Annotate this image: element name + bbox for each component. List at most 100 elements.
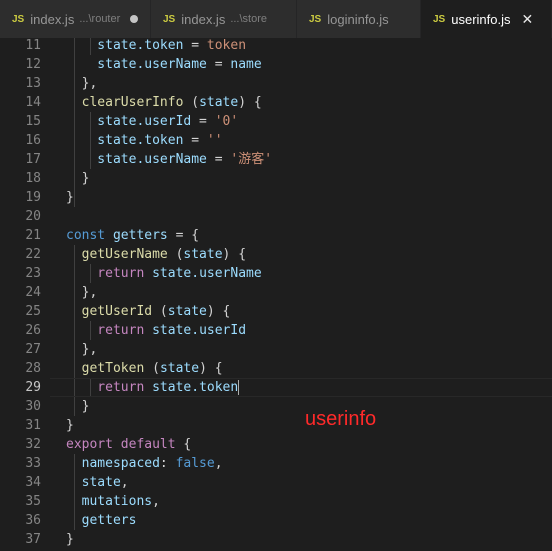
line-number: 22 (25, 247, 41, 262)
code-line[interactable] (66, 207, 552, 226)
code-line[interactable]: getters (66, 511, 552, 530)
code-line[interactable]: clearUserInfo (state) { (66, 93, 552, 112)
line-number: 11 (25, 38, 41, 53)
code-line[interactable]: mutations, (66, 492, 552, 511)
code-line[interactable]: getToken (state) { (66, 359, 552, 378)
code-token: getters (66, 513, 137, 528)
code-editor[interactable]: 11 12 13 14 15 16 17 18 19 20 21 22 23 24 25 26 27 28 29 30… (0, 38, 552, 551)
code-token: = (183, 38, 207, 53)
code-line[interactable]: getUserId (state) { (66, 302, 552, 321)
tab-userinfo[interactable]: JS userinfo.js ✕ (421, 0, 552, 38)
code-token: state (167, 304, 207, 319)
line-number: 37 (25, 532, 41, 547)
js-file-icon: JS (309, 13, 322, 25)
code-token: export (66, 437, 113, 452)
code-token: getUserName (66, 247, 168, 262)
tab-store-index[interactable]: JS index.js ...\store (151, 0, 297, 38)
code-token: }, (66, 76, 98, 91)
code-line[interactable]: } (66, 169, 552, 188)
code-line[interactable]: }, (66, 283, 552, 302)
code-line[interactable]: }, (66, 340, 552, 359)
code-token: = { (167, 228, 200, 243)
js-file-icon: JS (163, 13, 176, 25)
code-area[interactable]: state.token = token state.userName = nam… (66, 38, 552, 549)
code-token: '' (206, 133, 223, 148)
code-line[interactable]: state.token = token (66, 38, 552, 55)
code-token: : (159, 456, 176, 471)
line-number: 33 (25, 456, 41, 471)
line-number: 20 (25, 209, 41, 224)
code-line[interactable]: } (66, 530, 552, 549)
line-number: 36 (25, 513, 41, 528)
line-number: 29 (25, 380, 41, 395)
code-token: }, (66, 285, 98, 300)
code-token: state.token (152, 380, 239, 395)
code-line[interactable]: state.userId = '0' (66, 112, 552, 131)
code-line[interactable]: const getters = { (66, 226, 552, 245)
code-token: ) { (199, 361, 223, 376)
line-number: 35 (25, 494, 41, 509)
line-number: 23 (25, 266, 41, 281)
tab-router-index[interactable]: JS index.js ...\router (0, 0, 151, 38)
code-token: '0' (214, 114, 239, 129)
tab-logininfo[interactable]: JS logininfo.js (297, 0, 421, 38)
code-line[interactable]: state.token = '' (66, 131, 552, 150)
unsaved-dot-icon[interactable] (130, 15, 139, 23)
tab-filename: index.js (181, 11, 226, 27)
code-token: ) { (222, 247, 247, 262)
code-line[interactable]: state, (66, 473, 552, 492)
line-number: 12 (25, 57, 41, 72)
code-token: name (230, 57, 262, 72)
code-token: default (120, 437, 176, 452)
code-line[interactable]: getUserName (state) { (66, 245, 552, 264)
code-token: }, (66, 342, 98, 357)
line-number: 25 (25, 304, 41, 319)
code-token: token (206, 38, 247, 53)
code-token: namespaced (66, 456, 160, 471)
close-icon[interactable]: ✕ (521, 12, 533, 26)
code-line[interactable]: state.userName = '游客' (66, 150, 552, 169)
tab-path: ...\router (79, 13, 121, 25)
annotation-label: userinfo (305, 408, 377, 430)
js-file-icon: JS (433, 13, 446, 25)
code-token: = (206, 57, 231, 72)
code-line[interactable]: return state.token (66, 378, 552, 397)
line-number: 19 (25, 190, 41, 205)
code-token: getUserId (66, 304, 153, 319)
line-number: 30 (25, 399, 41, 414)
code-line[interactable]: return state.userName (66, 264, 552, 283)
code-line[interactable]: return state.userId (66, 321, 552, 340)
code-line[interactable]: state.userName = name (66, 55, 552, 74)
code-token: state (183, 247, 223, 262)
code-token: state.userId (152, 323, 247, 338)
line-number: 26 (25, 323, 41, 338)
code-token: ( (167, 247, 184, 262)
code-token: = (183, 133, 207, 148)
code-token: clearUserInfo (66, 95, 184, 110)
tab-path: ...\store (230, 13, 267, 25)
code-token: ( (144, 361, 160, 376)
code-token: state.userName (152, 266, 262, 281)
code-token: state (159, 361, 200, 376)
line-number: 15 (25, 114, 41, 129)
code-token: state (66, 475, 121, 490)
code-token: } (66, 171, 90, 186)
code-token: const (66, 228, 106, 243)
code-token: state (199, 95, 239, 110)
code-token: '游客' (230, 152, 273, 167)
line-number: 21 (25, 228, 41, 243)
code-token: , (152, 494, 160, 509)
code-line[interactable]: } (66, 188, 552, 207)
line-number: 18 (25, 171, 41, 186)
code-token: getToken (66, 361, 145, 376)
code-line[interactable]: namespaced: false, (66, 454, 552, 473)
code-line[interactable]: }, (66, 74, 552, 93)
code-token: return (66, 323, 145, 338)
line-number: 27 (25, 342, 41, 357)
line-number: 13 (25, 76, 41, 91)
tab-filename: index.js (30, 11, 75, 27)
code-line[interactable]: export default { (66, 435, 552, 454)
